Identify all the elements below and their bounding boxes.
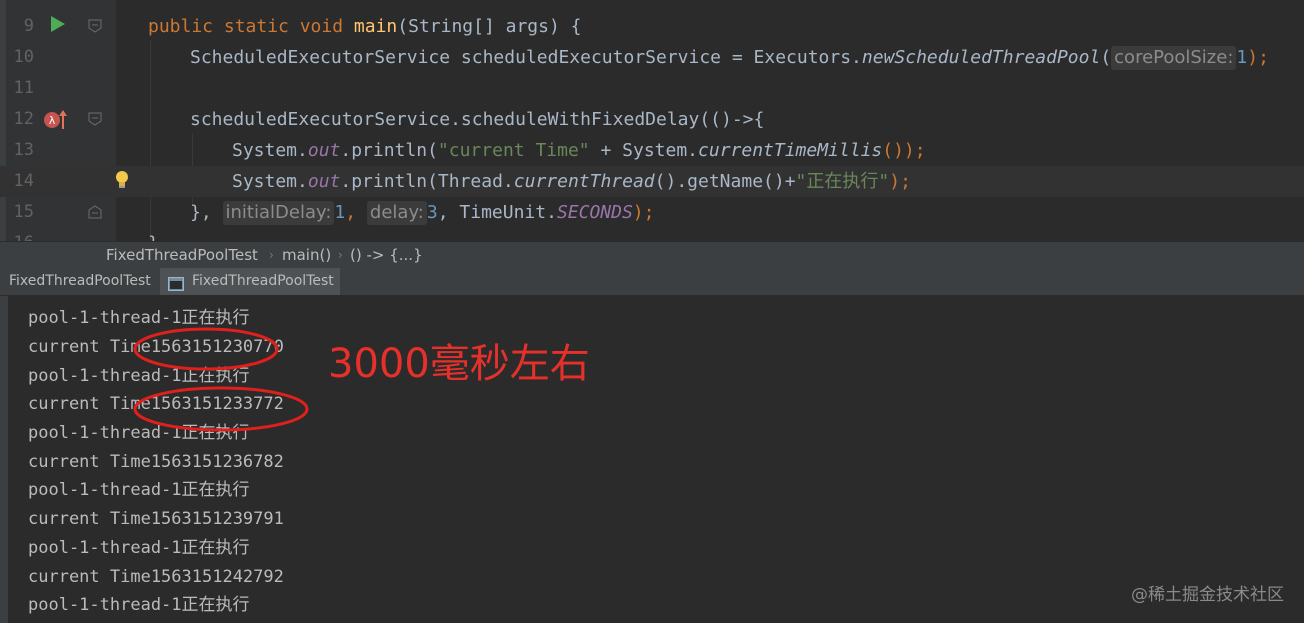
code-editor[interactable]: 9 public static void main(String[] args)… xyxy=(0,0,1304,241)
code-text: System.out.println("current Time" + Syst… xyxy=(232,135,926,166)
code-line-13: 13 System.out.println("current Time" + S… xyxy=(0,135,1304,166)
code-text-b: , TimeUnit. xyxy=(437,202,557,223)
code-paren: ( xyxy=(1100,47,1112,68)
console-line: pool-1-thread-1正在执行 xyxy=(28,595,250,615)
code-number: 1 xyxy=(1236,47,1248,68)
code-text-a: }, xyxy=(190,202,223,223)
code-field: SECONDS xyxy=(556,202,633,223)
code-end: ()); xyxy=(882,140,926,161)
code-number: 1 xyxy=(334,202,346,223)
code-line-14: 14 System.out.println(Thread.currentThre… xyxy=(0,166,1304,197)
code-text-rest: (String[] args) { xyxy=(397,16,582,37)
param-hint: delay: xyxy=(366,201,427,225)
code-static-method: newScheduledThreadPool xyxy=(861,47,1101,68)
line-number: 15 xyxy=(13,202,34,222)
breadcrumb-item-lambda[interactable]: () -> {...} xyxy=(350,242,423,269)
code-end: ); xyxy=(1247,47,1269,68)
code-line-16: 16 } xyxy=(0,228,1304,241)
line-number: 12 xyxy=(13,109,34,129)
code-line-12: 12 scheduledExecutorService.scheduleWith… xyxy=(0,104,1304,135)
run-tab-label: FixedThreadPoolTest xyxy=(192,273,334,289)
code-text: } xyxy=(148,228,159,241)
code-field: out xyxy=(307,171,341,192)
code-static-method: currentTimeMillis xyxy=(698,140,883,161)
run-icon[interactable] xyxy=(50,15,66,37)
code-text: scheduledExecutorService.scheduleWithFix… xyxy=(190,109,765,130)
param-hint: initialDelay: xyxy=(222,201,335,225)
code-string: "正在执行" xyxy=(795,171,890,192)
code-text-b: .println(Thread. xyxy=(340,171,514,192)
fold-icon[interactable] xyxy=(88,19,102,33)
svg-text:λ: λ xyxy=(49,114,56,127)
breadcrumb: FixedThreadPoolTest › main() › () -> {..… xyxy=(0,241,1304,269)
fold-icon[interactable] xyxy=(88,112,102,126)
code-string: "current Time" xyxy=(437,140,590,161)
console-line: current Time1563151239791 xyxy=(28,509,284,529)
code-text-b: .println( xyxy=(340,140,438,161)
line-number: 16 xyxy=(6,228,34,241)
code-number: 3 xyxy=(426,202,438,223)
code-line-11: 11 xyxy=(0,73,1304,104)
fold-icon[interactable] xyxy=(88,205,102,219)
code-text: ScheduledExecutorService scheduledExecut… xyxy=(190,42,1269,73)
line-number: 11 xyxy=(13,78,34,98)
code-text: public static void main(String[] args) { xyxy=(148,11,582,42)
code-end: ); xyxy=(889,171,911,192)
breadcrumb-item-class[interactable]: FixedThreadPoolTest xyxy=(106,242,258,269)
annotation-text: 3000毫秒左右 xyxy=(328,341,590,387)
code-keyword: public static void xyxy=(148,16,354,37)
code-text-a: System. xyxy=(232,171,308,192)
code-method-name: main xyxy=(353,16,398,37)
console-toolbar-strip xyxy=(0,296,8,623)
line-number: 14 xyxy=(13,171,34,191)
console-line: current Time1563151242792 xyxy=(28,567,284,587)
chevron-right-icon: › xyxy=(269,248,274,262)
code-field: out xyxy=(307,140,341,161)
chevron-right-icon: › xyxy=(338,248,343,262)
breadcrumb-item-method[interactable]: main() xyxy=(282,242,331,269)
code-sep: , xyxy=(345,202,367,223)
run-tab-active[interactable]: FixedThreadPoolTest xyxy=(160,268,340,295)
lightbulb-icon[interactable] xyxy=(114,170,130,194)
code-end: ); xyxy=(632,202,655,223)
code-text-a: System. xyxy=(232,140,308,161)
run-tab-label: FixedThreadPoolTest xyxy=(9,273,151,289)
param-hint: corePoolSize: xyxy=(1111,46,1237,70)
console-line: pool-1-thread-1正在执行 xyxy=(28,538,250,558)
watermark: @稀土掘金技术社区 xyxy=(1131,585,1284,605)
line-number: 10 xyxy=(13,47,34,67)
highlight-ellipse xyxy=(133,327,279,371)
code-text: }, initialDelay: 1, delay: 3, TimeUnit.SEC… xyxy=(190,197,654,228)
code-text-c: ().getName()+ xyxy=(654,171,796,192)
code-line-9: 9 public static void main(String[] args)… xyxy=(0,11,1304,42)
run-tab[interactable]: FixedThreadPoolTest xyxy=(0,268,160,295)
line-number: 9 xyxy=(23,16,34,36)
highlight-ellipse xyxy=(133,386,309,432)
code-text: System.out.println(Thread.currentThread(… xyxy=(232,166,911,197)
run-tab-bar: FixedThreadPoolTest FixedThreadPoolTest xyxy=(0,268,1304,296)
code-line-10: 10 ScheduledExecutorService scheduledExe… xyxy=(0,42,1304,73)
code-line-15: 15 }, initialDelay: 1, delay: 3, TimeUnit.… xyxy=(0,197,1304,228)
line-number: 13 xyxy=(13,140,34,160)
lambda-override-icon[interactable]: λ xyxy=(43,109,67,135)
code-static-method: currentThread xyxy=(513,171,655,192)
console-line: current Time1563151236782 xyxy=(28,452,284,472)
console-line: pool-1-thread-1正在执行 xyxy=(28,480,250,500)
code-text-c: + System. xyxy=(589,140,699,161)
code-text-a: ScheduledExecutorService scheduledExecut… xyxy=(190,47,862,68)
